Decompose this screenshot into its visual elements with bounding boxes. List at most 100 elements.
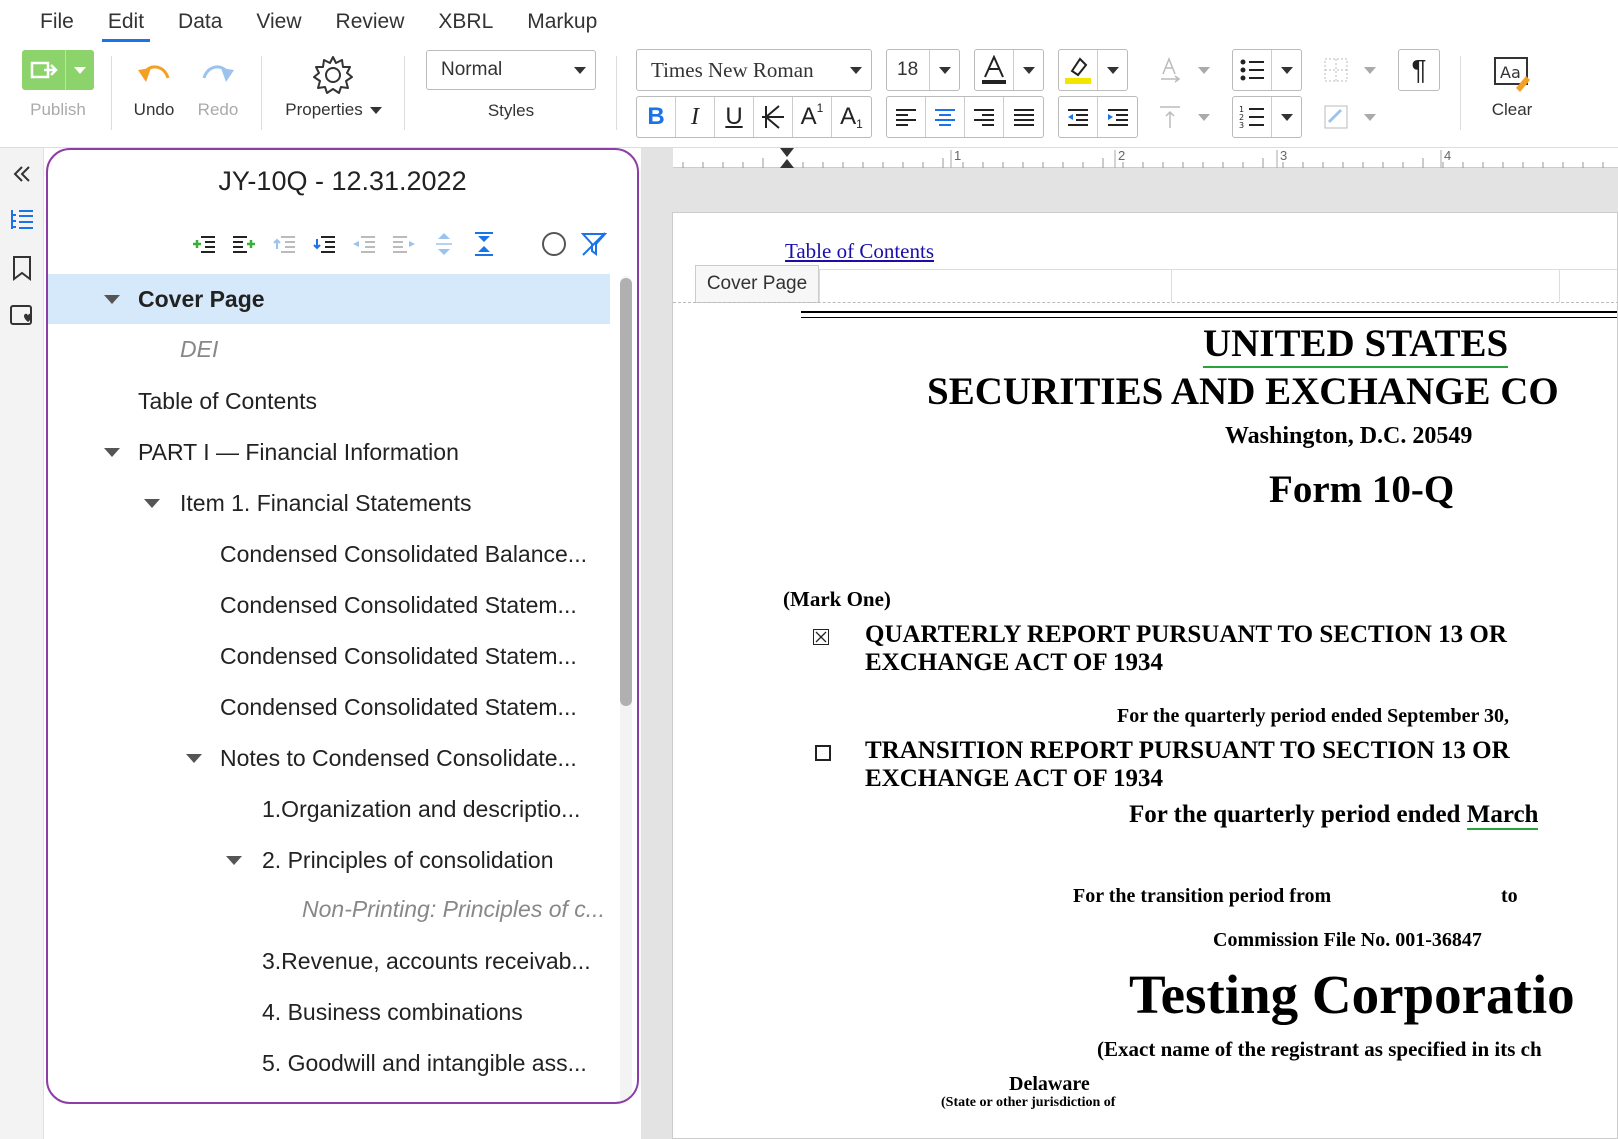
outline-item-notes[interactable]: Notes to Condensed Consolidate... [48,733,610,783]
font-color-icon[interactable] [975,50,1015,90]
pilcrow-icon[interactable]: ¶ [1399,50,1439,90]
outline-item-note-4[interactable]: 4. Business combinations [48,987,610,1037]
font-color-button[interactable] [974,49,1044,91]
svg-text:Aa: Aa [1500,63,1521,82]
outline-item-statement-1[interactable]: Condensed Consolidated Statem... [48,580,610,630]
chevron-down-icon [929,50,959,90]
caret-down-icon[interactable] [186,753,202,763]
menu-review[interactable]: Review [336,4,405,40]
expand-all-icon[interactable] [424,228,464,260]
chevron-down-icon[interactable] [1098,50,1127,90]
menu-xbrl[interactable]: XBRL [438,4,493,40]
outline-item-note-1[interactable]: 1.Organization and descriptio... [48,784,610,834]
highlighter-icon[interactable] [1059,50,1099,90]
publish-dropdown-icon[interactable] [66,50,94,90]
doc-quarterly-period-2: For the quarterly period ended March [1129,801,1539,830]
numbered-list-button[interactable]: 123 [1232,96,1302,138]
comments-icon[interactable] [8,302,36,330]
promote-icon[interactable] [264,228,304,260]
outline-item-part-1[interactable]: PART I — Financial Information [48,427,610,477]
undo-label[interactable]: Undo [124,100,184,120]
bookmark-icon[interactable] [8,254,36,282]
menu-edit[interactable]: Edit [101,4,151,42]
superscript-icon[interactable]: A1 [793,97,832,137]
outline-item-statement-3[interactable]: Condensed Consolidated Statem... [48,682,610,732]
properties-caret-icon[interactable] [370,107,382,114]
circle-icon[interactable] [534,228,574,260]
document-area: 1 2 3 4 Table of Contents Cover Page UNI… [641,148,1618,1139]
strikethrough-icon[interactable] [754,97,793,137]
indent-group [1058,96,1138,138]
indent-item-icon[interactable] [384,228,424,260]
bold-icon[interactable]: B [637,97,676,137]
cell-shading-button[interactable] [1316,96,1384,138]
outline-item-note-5[interactable]: 5. Goodwill and intangible ass... [48,1038,610,1088]
caret-down-icon[interactable] [144,498,160,508]
numbered-list-icon[interactable]: 123 [1233,97,1273,137]
outline-item-statement-2[interactable]: Condensed Consolidated Statem... [48,631,610,681]
indent-icon[interactable] [1098,97,1137,137]
outline-item-item-1[interactable]: Item 1. Financial Statements [48,478,610,528]
text-direction-button[interactable] [1150,49,1218,91]
undo-icon[interactable] [134,56,174,92]
font-family-select[interactable]: Times New Roman [636,49,872,91]
properties-label[interactable]: Properties [282,100,366,120]
show-formatting-button[interactable]: ¶ [1398,49,1440,91]
collapse-all-icon[interactable] [464,228,504,260]
italic-icon[interactable]: I [676,97,715,137]
caret-down-icon[interactable] [226,855,242,865]
outline-icon[interactable] [8,206,36,234]
outdent-icon[interactable] [1059,97,1098,137]
ruler-mark: 4 [1444,148,1452,163]
chevron-down-icon[interactable] [1014,50,1043,90]
menu-markup[interactable]: Markup [527,4,597,40]
underline-icon[interactable]: U [715,97,754,137]
menu-data[interactable]: Data [178,4,222,40]
clear-label[interactable]: Clear [1482,100,1542,120]
add-item-above-icon[interactable] [184,228,224,260]
outline-item-toc[interactable]: Table of Contents [48,376,610,426]
outdent-item-icon[interactable] [344,228,384,260]
demote-icon[interactable] [304,228,344,260]
outline-scrollbar-thumb[interactable] [620,278,632,706]
header-cell [1559,269,1617,302]
borders-button[interactable] [1316,49,1384,91]
menu-view[interactable]: View [256,4,301,40]
collapse-panel-icon[interactable] [8,160,36,188]
add-item-below-icon[interactable] [224,228,264,260]
font-size-select[interactable]: 18 [886,49,960,91]
bullet-list-icon[interactable] [1233,50,1273,90]
align-center-icon[interactable] [926,97,965,137]
doc-commission-file: Commission File No. 001-36847 [1213,929,1482,951]
publish-button[interactable] [22,50,94,90]
document-page[interactable]: Table of Contents Cover Page UNITED STAT… [672,212,1618,1139]
outline-item-dei[interactable]: DEI [48,324,610,374]
outline-item-note-3[interactable]: 3.Revenue, accounts receivab... [48,936,610,986]
outline-item-non-printing[interactable]: Non-Printing: Principles of c... [48,884,610,934]
align-right-icon[interactable] [965,97,1004,137]
align-left-icon[interactable] [887,97,926,137]
align-justify-icon[interactable] [1004,97,1043,137]
outline-item-note-2[interactable]: 2. Principles of consolidation [48,835,610,885]
redo-label[interactable]: Redo [188,100,248,120]
spacing-button[interactable] [1150,96,1218,138]
outline-item-cover-page[interactable]: Cover Page [48,274,610,324]
doc-exact-name: (Exact name of the registrant as specifi… [1097,1037,1542,1061]
outline-item-balance-sheet[interactable]: Condensed Consolidated Balance... [48,529,610,579]
toc-link[interactable]: Table of Contents [785,239,934,264]
redo-icon[interactable] [198,56,238,92]
gear-icon[interactable] [312,54,354,96]
filter-off-icon[interactable] [574,228,614,260]
publish-icon [22,50,66,90]
style-select[interactable]: Normal [426,50,596,90]
section-tab-cover-page[interactable]: Cover Page [695,265,819,303]
caret-down-icon[interactable] [104,447,120,457]
chevron-down-icon[interactable] [1272,50,1301,90]
bullet-list-button[interactable] [1232,49,1302,91]
subscript-icon[interactable]: A1 [832,97,871,137]
caret-down-icon[interactable] [104,294,120,304]
menu-file[interactable]: File [40,4,74,40]
clear-format-icon[interactable]: Aa [1492,54,1532,94]
highlight-button[interactable] [1058,49,1128,91]
chevron-down-icon[interactable] [1272,97,1301,137]
